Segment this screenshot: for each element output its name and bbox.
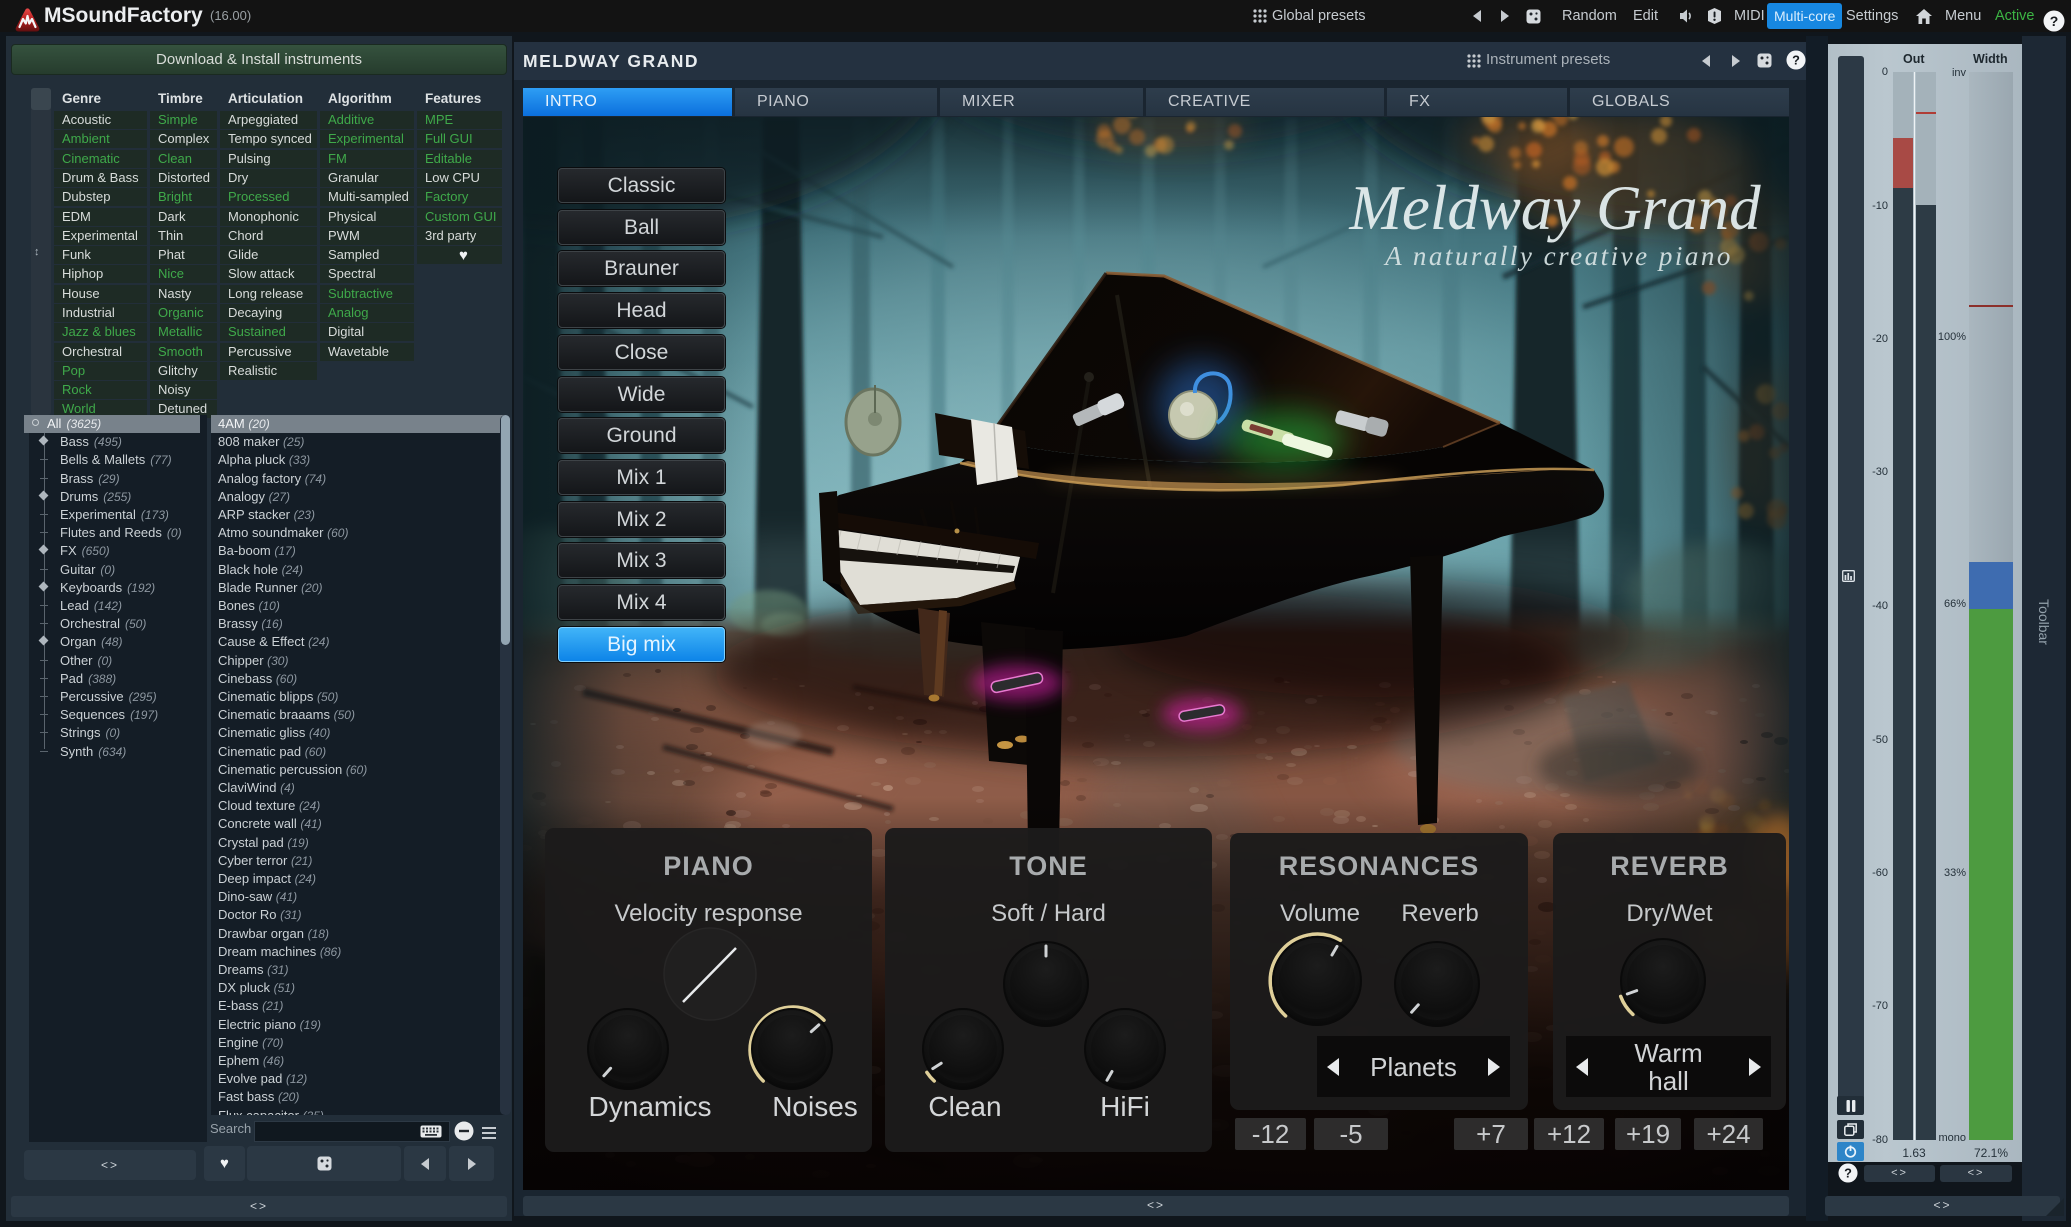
svg-text:?: ? [2050,13,2059,29]
svg-text:?: ? [1844,1166,1852,1181]
svg-text:?: ? [1792,53,1800,68]
